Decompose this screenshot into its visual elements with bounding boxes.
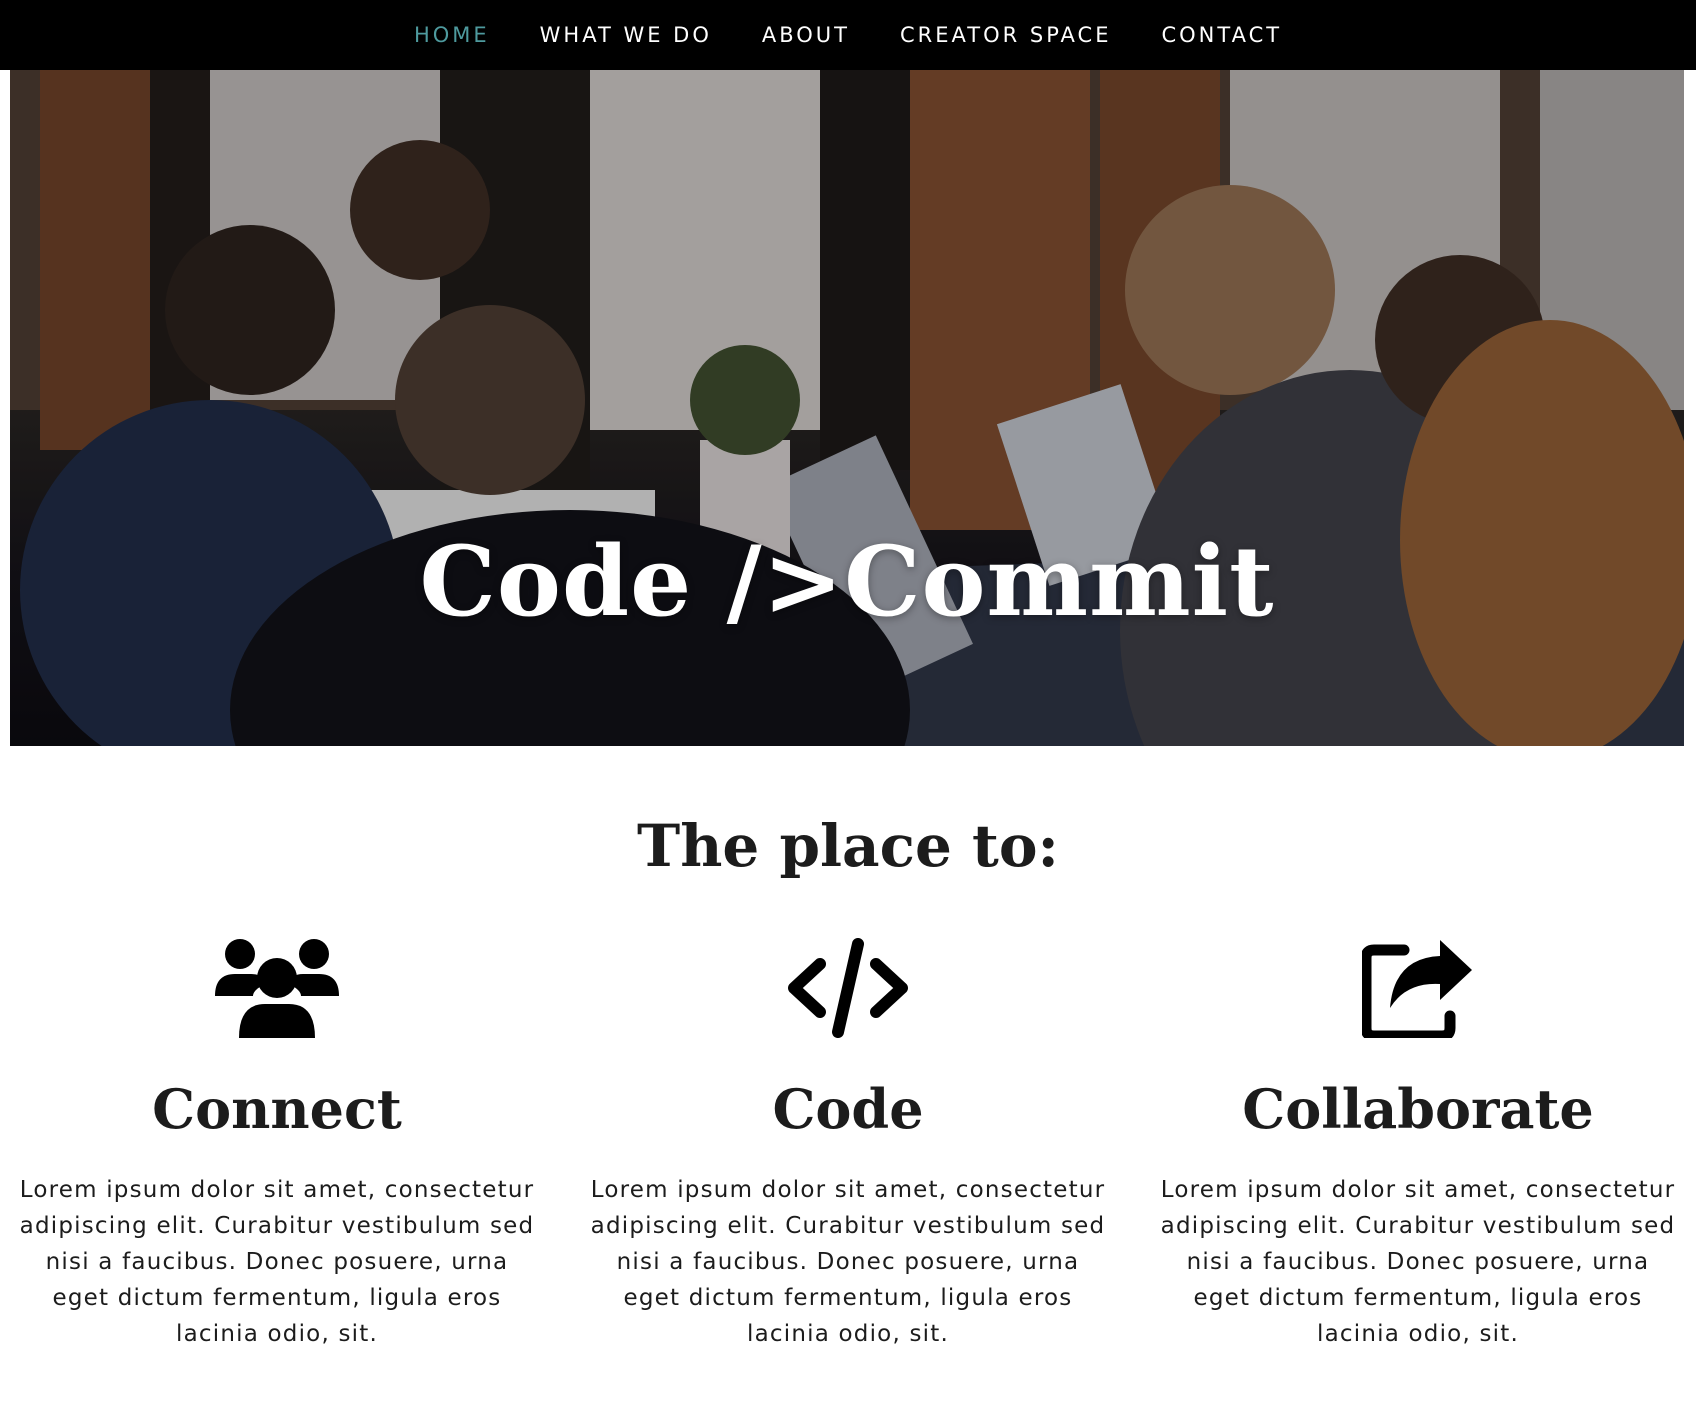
- hero-title: Code />Commit: [419, 525, 1275, 638]
- feature-title-code: Code: [772, 1077, 924, 1141]
- feature-text-collaborate: Lorem ipsum dolor sit amet, consectetur …: [1160, 1177, 1676, 1347]
- feature-title-collaborate: Collaborate: [1242, 1077, 1594, 1141]
- feature-text-connect: Lorem ipsum dolor sit amet, consectetur …: [19, 1177, 535, 1347]
- hero-banner: Code />Commit: [10, 70, 1684, 746]
- nav-contact[interactable]: CONTACT: [1161, 19, 1282, 51]
- nav-what-we-do[interactable]: WHAT WE DO: [540, 19, 712, 51]
- feature-title-connect: Connect: [152, 1077, 402, 1141]
- code-icon: [788, 938, 908, 1038]
- feature-connect: Connect Lorem ipsum dolor sit amet, cons…: [17, 938, 537, 1352]
- hero-background-photo: [10, 70, 1684, 746]
- feature-code: Code Lorem ipsum dolor sit amet, consect…: [588, 938, 1108, 1352]
- share-icon: [1362, 940, 1472, 1038]
- users-group-icon: [215, 939, 339, 1038]
- nav-creator-space[interactable]: CREATOR SPACE: [900, 19, 1111, 51]
- nav-about[interactable]: ABOUT: [762, 19, 850, 51]
- top-navbar: HOME WHAT WE DO ABOUT CREATOR SPACE CONT…: [0, 0, 1696, 70]
- nav-home[interactable]: HOME: [414, 19, 490, 51]
- feature-text-code: Lorem ipsum dolor sit amet, consectetur …: [590, 1177, 1106, 1347]
- feature-collaborate: Collaborate Lorem ipsum dolor sit amet, …: [1158, 938, 1678, 1352]
- features-heading: The place to:: [637, 812, 1059, 880]
